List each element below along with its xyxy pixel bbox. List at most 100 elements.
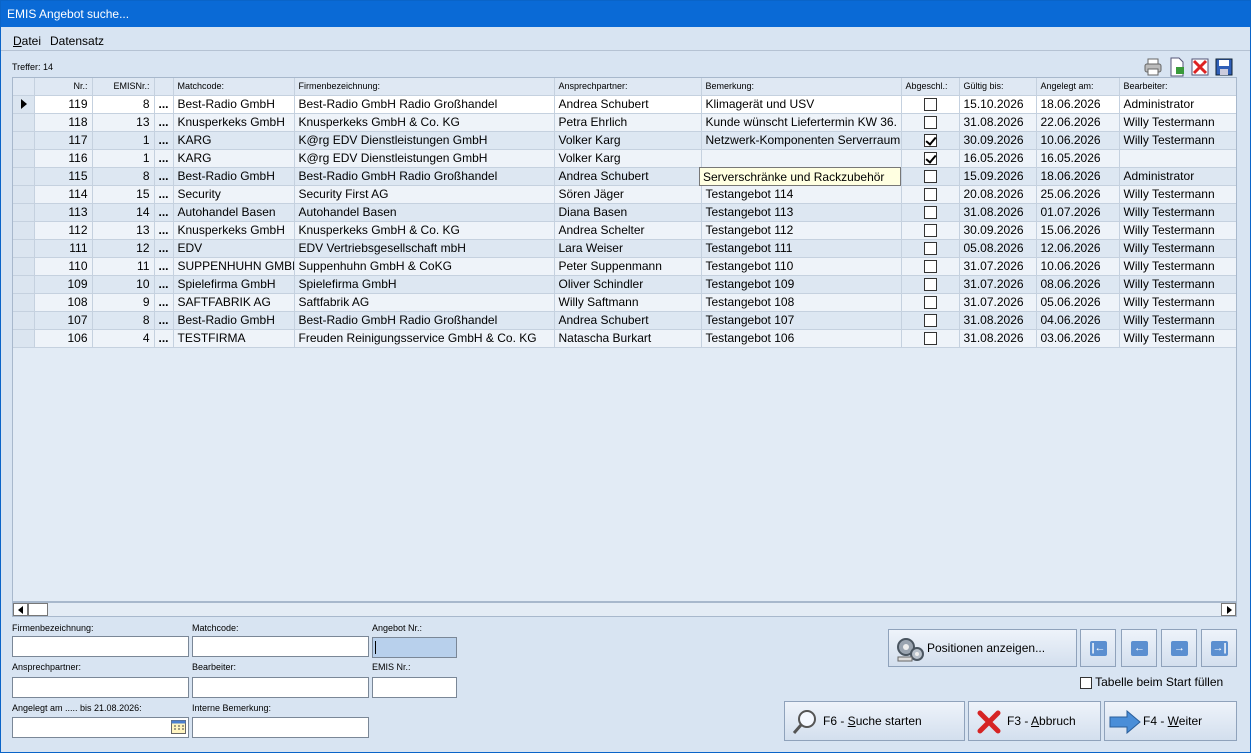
previous-record-button[interactable]: ←: [1121, 629, 1157, 667]
save-icon[interactable]: [1215, 57, 1233, 77]
completed-checkbox[interactable]: [923, 242, 937, 256]
cell-completed[interactable]: [901, 185, 960, 204]
internal-remark-field[interactable]: [192, 717, 369, 738]
offer-number-field[interactable]: [372, 637, 457, 658]
row-indicator[interactable]: [13, 311, 35, 330]
completed-checkbox[interactable]: [923, 98, 937, 112]
table-row[interactable]: 119 8... Best-Radio GmbH Best-Radio GmbH Ra…: [13, 95, 1236, 114]
cell-completed[interactable]: [901, 113, 960, 132]
table-row[interactable]: 107 8... Best-Radio GmbH Best-Radio GmbH Ra…: [13, 311, 1236, 330]
row-indicator[interactable]: [13, 95, 35, 114]
table-row[interactable]: 116 1... KARG K@rg EDV Dienstleistungen Gmb…: [13, 149, 1236, 168]
table-row[interactable]: 113 14... Autohandel Basen Autohandel Basen…: [13, 203, 1236, 222]
column-header[interactable]: Nr.:: [34, 78, 93, 96]
emis-lookup-button[interactable]: ...: [154, 293, 174, 312]
row-indicator[interactable]: [13, 203, 35, 222]
completed-checkbox[interactable]: [923, 314, 937, 328]
fill-on-start-box[interactable]: [1080, 676, 1092, 689]
column-header[interactable]: EMISNr.:: [92, 78, 155, 96]
cell-completed[interactable]: [901, 275, 960, 294]
completed-checkbox[interactable]: [923, 260, 937, 274]
contact-person-field[interactable]: [12, 677, 189, 698]
completed-checkbox[interactable]: [923, 206, 937, 220]
row-indicator[interactable]: [13, 149, 35, 168]
column-header[interactable]: Firmenbezeichnung:: [294, 78, 555, 96]
table-row[interactable]: 112 13... Knusperkeks GmbH Knusperkeks GmbH…: [13, 221, 1236, 240]
company-name-field[interactable]: [12, 636, 189, 657]
show-positions-button[interactable]: Positionen anzeigen...: [888, 629, 1077, 667]
cell-completed[interactable]: [901, 221, 960, 240]
start-search-button[interactable]: F6 - Suche starten: [784, 701, 965, 741]
table-row[interactable]: 115 8... Best-Radio GmbH Best-Radio GmbH Ra…: [13, 167, 1236, 186]
table-row[interactable]: 108 9... SAFTFABRIK AG Saftfabrik AG Willy S…: [13, 293, 1236, 312]
emis-lookup-button[interactable]: ...: [154, 185, 174, 204]
cell-completed[interactable]: [901, 311, 960, 330]
emis-lookup-button[interactable]: ...: [154, 275, 174, 294]
row-indicator[interactable]: [13, 275, 35, 294]
emis-lookup-button[interactable]: ...: [154, 203, 174, 222]
completed-checkbox[interactable]: [923, 134, 937, 148]
completed-checkbox[interactable]: [923, 278, 937, 292]
emis-lookup-button[interactable]: ...: [154, 167, 174, 186]
emis-lookup-button[interactable]: ...: [154, 329, 174, 348]
completed-checkbox[interactable]: [923, 170, 937, 184]
created-date-field[interactable]: [12, 717, 189, 738]
printer-icon[interactable]: [1144, 57, 1162, 77]
cancel-button[interactable]: F3 - Abbruch: [968, 701, 1101, 741]
table-row[interactable]: 117 1... KARG K@rg EDV Dienstleistungen Gmb…: [13, 131, 1236, 150]
menu-datensatz[interactable]: Datensatz: [50, 34, 104, 48]
cell-completed[interactable]: [901, 239, 960, 258]
column-header[interactable]: Bemerkung:: [701, 78, 902, 96]
column-header[interactable]: Abgeschl.:: [901, 78, 960, 96]
export-icon[interactable]: [1168, 57, 1186, 77]
column-header[interactable]: [154, 78, 174, 96]
emis-lookup-button[interactable]: ...: [154, 239, 174, 258]
emis-lookup-button[interactable]: ...: [154, 257, 174, 276]
cell-completed[interactable]: [901, 149, 960, 168]
table-row[interactable]: 111 12... EDV EDV Vertriebsgesellschaft mbH…: [13, 239, 1236, 258]
row-indicator[interactable]: [13, 257, 35, 276]
row-indicator[interactable]: [13, 167, 35, 186]
cell-completed[interactable]: [901, 293, 960, 312]
row-indicator[interactable]: [13, 131, 35, 150]
completed-checkbox[interactable]: [923, 224, 937, 238]
scroll-thumb[interactable]: [28, 603, 48, 616]
emis-lookup-button[interactable]: ...: [154, 311, 174, 330]
emis-lookup-button[interactable]: ...: [154, 131, 174, 150]
emis-lookup-button[interactable]: ...: [154, 113, 174, 132]
row-indicator[interactable]: [13, 113, 35, 132]
cell-completed[interactable]: [901, 203, 960, 222]
emis-lookup-button[interactable]: ...: [154, 221, 174, 240]
menu-datei[interactable]: Datei: [13, 34, 41, 48]
row-indicator[interactable]: [13, 239, 35, 258]
table-row[interactable]: 114 15... Security Security First AG Sören J…: [13, 185, 1236, 204]
emis-lookup-button[interactable]: ...: [154, 149, 174, 168]
column-header[interactable]: Ansprechpartner:: [554, 78, 702, 96]
table-row[interactable]: 110 11... SUPPENHUHN GMBH Suppenhuhn GmbH &…: [13, 257, 1236, 276]
column-header[interactable]: Matchcode:: [173, 78, 295, 96]
next-record-button[interactable]: →: [1161, 629, 1197, 667]
horizontal-scrollbar[interactable]: [12, 602, 1237, 617]
cell-completed[interactable]: [901, 131, 960, 150]
title-bar[interactable]: EMIS Angebot suche...: [1, 1, 1250, 27]
column-header[interactable]: [13, 78, 35, 96]
completed-checkbox[interactable]: [923, 116, 937, 130]
table-row[interactable]: 106 4... TESTFIRMA Freuden Reinigungsservic…: [13, 329, 1236, 348]
row-indicator[interactable]: [13, 293, 35, 312]
column-header[interactable]: Bearbeiter:: [1119, 78, 1236, 96]
calendar-icon[interactable]: [171, 720, 186, 734]
completed-checkbox[interactable]: [923, 296, 937, 310]
fill-on-start-checkbox[interactable]: Tabelle beim Start füllen: [1080, 675, 1223, 689]
delete-icon[interactable]: [1191, 57, 1209, 77]
cell-completed[interactable]: [901, 257, 960, 276]
completed-checkbox[interactable]: [923, 332, 937, 346]
editor-field[interactable]: [192, 677, 369, 698]
last-record-button[interactable]: →|: [1201, 629, 1237, 667]
completed-checkbox[interactable]: [923, 152, 937, 166]
table-row[interactable]: 118 13... Knusperkeks GmbH Knusperkeks GmbH…: [13, 113, 1236, 132]
continue-button[interactable]: F4 - Weiter: [1104, 701, 1237, 741]
column-header[interactable]: Angelegt am:: [1036, 78, 1120, 96]
row-indicator[interactable]: [13, 185, 35, 204]
row-indicator[interactable]: [13, 329, 35, 348]
cell-completed[interactable]: [901, 329, 960, 348]
